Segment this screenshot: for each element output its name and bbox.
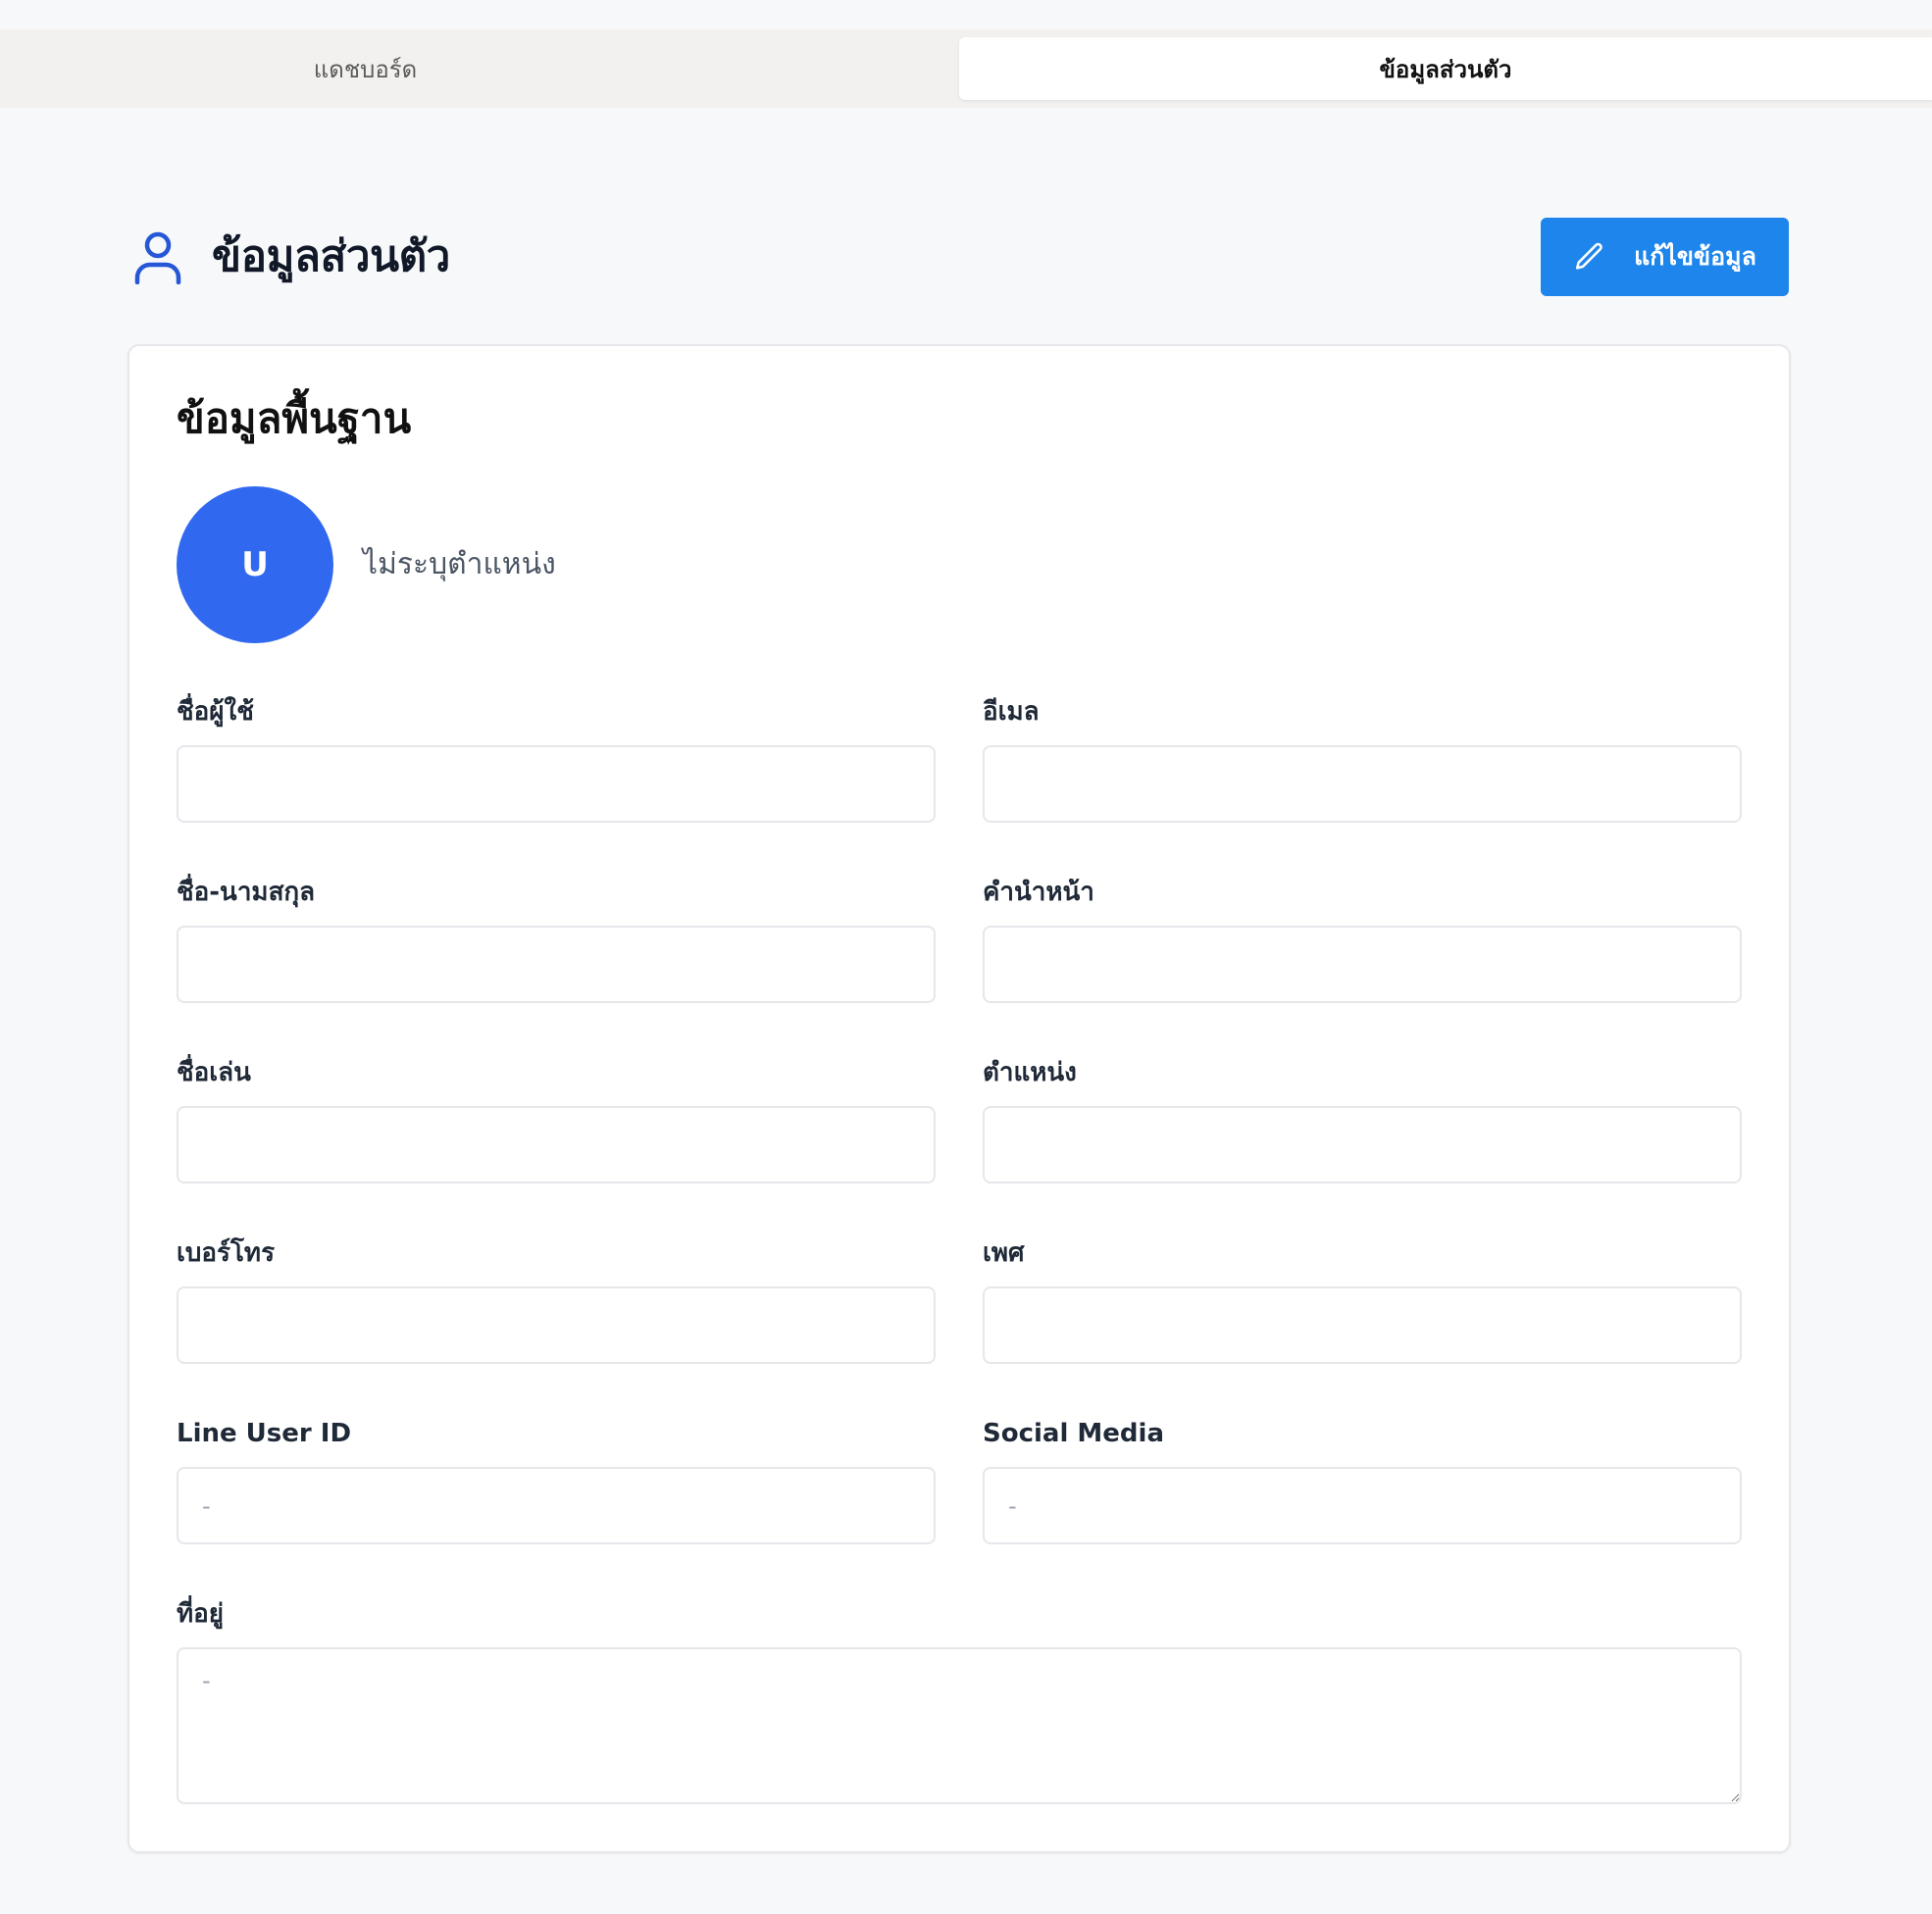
nickname-input[interactable] xyxy=(177,1106,936,1184)
fullname-field: ชื่อ-นามสกุล xyxy=(177,877,936,1003)
tab-dashboard[interactable]: แดชบอร์ด xyxy=(0,29,731,108)
phone-input[interactable] xyxy=(177,1286,936,1364)
email-field: อีเมล xyxy=(983,696,1742,823)
line-user-id-label: Line User ID xyxy=(177,1419,352,1448)
email-input[interactable] xyxy=(983,745,1742,823)
pencil-icon xyxy=(1576,242,1602,270)
position-field: ตำแหน่ง xyxy=(983,1057,1742,1184)
position-input[interactable] xyxy=(983,1106,1742,1184)
address-field: ที่อยู่ xyxy=(177,1598,1742,1808)
username-label: ชื่อผู้ใช้ xyxy=(177,697,254,727)
nickname-label: ชื่อเล่น xyxy=(177,1058,251,1087)
username-field: ชื่อผู้ใช้ xyxy=(177,696,936,823)
edit-button-label: แก้ไขข้อมูล xyxy=(1634,242,1756,271)
tab-bar: แดชบอร์ด ข้อมูลส่วนตัว xyxy=(0,29,1932,108)
address-textarea[interactable] xyxy=(177,1647,1742,1804)
email-label: อีเมล xyxy=(983,697,1040,727)
fullname-input[interactable] xyxy=(177,926,936,1003)
gender-input[interactable] xyxy=(983,1286,1742,1364)
username-input[interactable] xyxy=(177,745,936,823)
position-label: ตำแหน่ง xyxy=(983,1058,1077,1087)
page-title: ข้อมูลส่วนตัว xyxy=(212,231,450,281)
edit-profile-button[interactable]: แก้ไขข้อมูล xyxy=(1541,218,1789,296)
gender-field: เพศ xyxy=(983,1237,1742,1364)
basic-info-card: ข้อมูลพื้นฐาน U ไม่ระบุตำแหน่ง ชื่อผู้ใช… xyxy=(127,344,1791,1853)
nickname-field: ชื่อเล่น xyxy=(177,1057,936,1184)
gender-label: เพศ xyxy=(983,1238,1025,1268)
user-icon xyxy=(134,231,181,284)
address-label: ที่อยู่ xyxy=(177,1599,224,1629)
line-user-id-field: Line User ID xyxy=(177,1418,936,1544)
page-header: ข้อมูลส่วนตัว แก้ไขข้อมูล xyxy=(127,218,1789,296)
line-user-id-input[interactable] xyxy=(177,1467,936,1544)
social-media-input[interactable] xyxy=(983,1467,1742,1544)
card-title: ข้อมูลพื้นฐาน xyxy=(177,394,412,442)
tab-profile[interactable]: ข้อมูลส่วนตัว xyxy=(959,37,1932,100)
prefix-field: คำนำหน้า xyxy=(983,877,1742,1003)
phone-field: เบอร์โทร xyxy=(177,1237,936,1364)
position-subtitle: ไม่ระบุตำแหน่ง xyxy=(363,547,556,581)
prefix-label: คำนำหน้า xyxy=(983,878,1094,907)
social-media-label: Social Media xyxy=(983,1419,1164,1448)
prefix-input[interactable] xyxy=(983,926,1742,1003)
social-media-field: Social Media xyxy=(983,1418,1742,1544)
fullname-label: ชื่อ-นามสกุล xyxy=(177,878,316,907)
avatar: U xyxy=(177,486,333,643)
phone-label: เบอร์โทร xyxy=(177,1238,276,1268)
